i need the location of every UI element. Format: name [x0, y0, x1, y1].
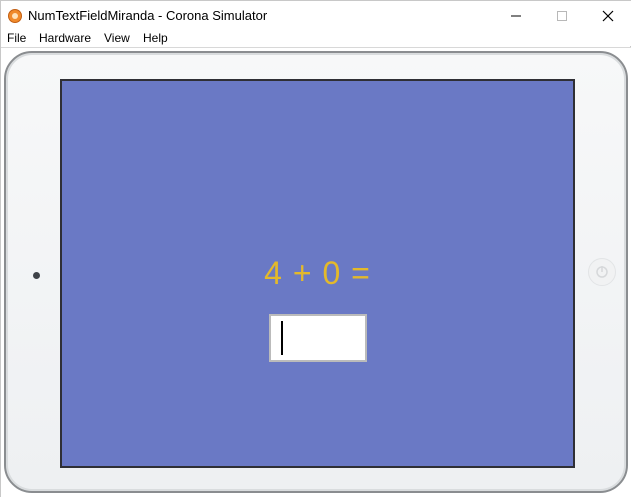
- menu-help[interactable]: Help: [143, 31, 168, 46]
- maximize-icon: [557, 11, 567, 21]
- answer-text-field[interactable]: [269, 314, 367, 362]
- simulator-window: NumTextFieldMiranda - Corona Simulator F…: [0, 0, 631, 497]
- close-button[interactable]: [585, 1, 631, 31]
- equation-label: 4 + 0 =: [264, 255, 371, 291]
- menu-hardware[interactable]: Hardware: [39, 31, 91, 46]
- menu-bar: File Hardware View Help: [1, 31, 631, 46]
- minimize-icon: [511, 15, 521, 17]
- title-bar[interactable]: NumTextFieldMiranda - Corona Simulator: [1, 1, 631, 31]
- text-cursor: [281, 321, 283, 355]
- maximize-button[interactable]: [539, 1, 585, 31]
- menu-file[interactable]: File: [7, 31, 26, 46]
- device-screen: 4 + 0 =: [60, 79, 575, 468]
- close-icon: [602, 10, 614, 22]
- corona-logo-icon: [8, 9, 22, 23]
- home-button[interactable]: [588, 258, 616, 286]
- camera-icon: [33, 272, 40, 279]
- minimize-button[interactable]: [493, 1, 539, 31]
- simulator-viewport: 4 + 0 =: [1, 48, 631, 497]
- home-button-icon: [596, 266, 608, 278]
- ipad-device-frame: 4 + 0 =: [4, 51, 628, 493]
- menu-view[interactable]: View: [104, 31, 130, 46]
- window-title: NumTextFieldMiranda - Corona Simulator: [28, 8, 268, 23]
